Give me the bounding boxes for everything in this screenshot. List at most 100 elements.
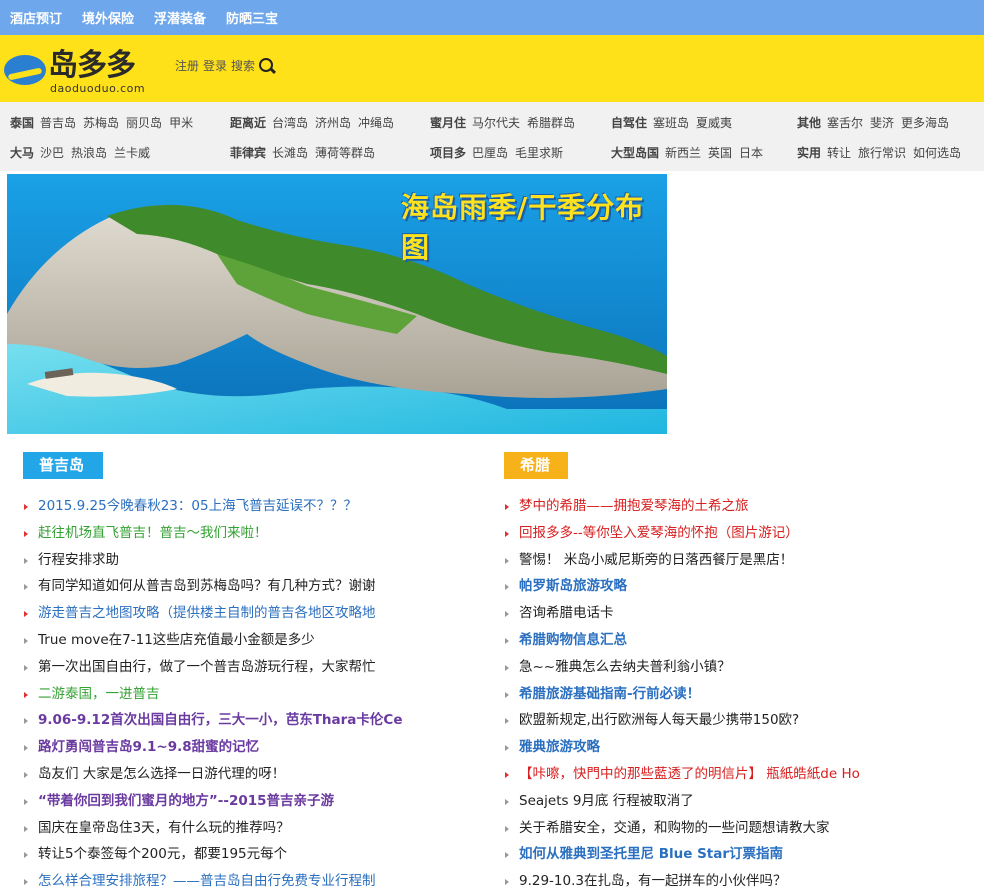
topic-list-item[interactable]: 希腊购物信息汇总 — [505, 627, 975, 654]
category-link[interactable]: 长滩岛 — [272, 146, 308, 160]
greece-section-title[interactable]: 希腊 — [504, 452, 568, 479]
topic-link[interactable]: 国庆在皇帝岛住3天，有什么玩的推荐吗？ — [38, 820, 290, 836]
search-icon[interactable] — [259, 57, 275, 74]
topic-list-item[interactable]: 2015.9.25今晚春秋23：05上海飞普吉延误不？？？ — [24, 493, 404, 520]
topic-list-item[interactable]: 行程安排求助 — [24, 547, 404, 574]
category-link[interactable]: 塞班岛 — [653, 116, 689, 130]
topic-link[interactable]: 帕罗斯岛旅游攻略 — [519, 578, 627, 594]
register-link[interactable]: 注册 — [175, 57, 199, 74]
topic-link[interactable]: 怎么样合理安排旅程？——普吉岛自由行免费专业行程制 — [38, 873, 376, 889]
category-link[interactable]: 甲米 — [169, 116, 193, 130]
topic-link[interactable]: 如何从雅典到圣托里尼 Blue Star订票指南 — [519, 846, 783, 862]
topic-link[interactable]: Seajets 9月底 行程被取消了 — [519, 793, 694, 809]
topic-link[interactable]: 希腊旅游基础指南-行前必读！ — [519, 686, 700, 702]
topic-list-item[interactable]: 警惕！ 米岛小威尼斯旁的日落西餐厅是黑店！ — [505, 547, 975, 574]
category-link[interactable]: 沙巴 — [40, 146, 64, 160]
topic-list-item[interactable]: 梦中的希腊——拥抱爱琴海的土希之旅 — [505, 493, 975, 520]
topic-link[interactable]: 第一次出国自由行，做了一个普吉岛游玩行程，大家帮忙 — [38, 659, 376, 675]
category-link[interactable]: 塞舌尔 — [827, 116, 863, 130]
topic-link[interactable]: 咨询希腊电话卡 — [519, 605, 614, 621]
topic-list-item[interactable]: 雅典旅游攻略 — [505, 734, 975, 761]
topic-link[interactable]: 有同学知道如何从普吉岛到苏梅岛吗？有几种方式？谢谢 — [38, 578, 376, 594]
topic-list-item[interactable]: 急~~雅典怎么去纳夫普利翁小镇？ — [505, 654, 975, 681]
topic-link[interactable]: 二游泰国，一进普吉 — [38, 686, 160, 702]
category-link[interactable]: 毛里求斯 — [515, 146, 563, 160]
topic-link[interactable]: 2015.9.25今晚春秋23：05上海飞普吉延误不？？？ — [38, 498, 357, 514]
category-label[interactable]: 项目多 — [430, 146, 466, 160]
category-link[interactable]: 苏梅岛 — [83, 116, 119, 130]
topic-list-item[interactable]: 如何从雅典到圣托里尼 Blue Star订票指南 — [505, 841, 975, 868]
topic-link[interactable]: 欧盟新规定,出行欧洲每人每天最少携带150欧? — [519, 712, 799, 728]
topic-link[interactable]: “带着你回到我们蜜月的地方”--2015普吉亲子游 — [38, 793, 334, 809]
topic-link[interactable]: 急~~雅典怎么去纳夫普利翁小镇？ — [519, 659, 731, 675]
topic-list-item[interactable]: 咨询希腊电话卡 — [505, 600, 975, 627]
category-label[interactable]: 其他 — [797, 116, 821, 130]
topic-link[interactable]: 警惕！ 米岛小威尼斯旁的日落西餐厅是黑店！ — [519, 552, 793, 568]
topic-link[interactable]: True move在7-11这些店充值最小金额是多少 — [38, 632, 315, 648]
banner-image[interactable]: 海岛雨季/干季分布图 — [7, 174, 667, 434]
login-link[interactable]: 登录 — [203, 57, 227, 74]
topic-list-item[interactable]: 欧盟新规定,出行欧洲每人每天最少携带150欧? — [505, 707, 975, 734]
topic-link[interactable]: 9.29-10.3在扎岛，有一起拼车的小伙伴吗？ — [519, 873, 787, 889]
topic-link[interactable]: 希腊购物信息汇总 — [519, 632, 627, 648]
category-link[interactable]: 冲绳岛 — [358, 116, 394, 130]
topic-list-item[interactable]: 关于希腊安全，交通，和购物的一些问题想请教大家 — [505, 815, 975, 842]
topic-list-item[interactable]: 国庆在皇帝岛住3天，有什么玩的推荐吗？ — [24, 815, 404, 842]
topic-list-item[interactable]: 回报多多--等你坠入爱琴海的怀抱（图片游记） — [505, 520, 975, 547]
topic-list-item[interactable]: True move在7-11这些店充值最小金额是多少 — [24, 627, 404, 654]
topic-list-item[interactable]: 【咔嚓，快門中的那些藍透了的明信片】 瓶紙皓紙de Ho — [505, 761, 975, 788]
category-link[interactable]: 旅行常识 — [858, 146, 906, 160]
category-link[interactable]: 日本 — [739, 146, 763, 160]
category-label[interactable]: 自驾住 — [611, 116, 647, 130]
topic-link[interactable]: 关于希腊安全，交通，和购物的一些问题想请教大家 — [519, 820, 830, 836]
topic-list-item[interactable]: 转让5个泰签每个200元，都要195元每个 — [24, 841, 404, 868]
category-link[interactable]: 济州岛 — [315, 116, 351, 130]
topic-link[interactable]: 转让5个泰签每个200元，都要195元每个 — [38, 846, 287, 862]
topic-list-item[interactable]: 二游泰国，一进普吉 — [24, 681, 404, 708]
category-label[interactable]: 泰国 — [10, 116, 34, 130]
search-link[interactable]: 搜索 — [231, 57, 255, 74]
topic-list-item[interactable]: 怎么样合理安排旅程？——普吉岛自由行免费专业行程制 — [24, 868, 404, 895]
nav-hotel-booking[interactable]: 酒店预订 — [10, 8, 62, 27]
topic-list-item[interactable]: 游走普吉之地图攻略（提供楼主自制的普吉各地区攻略地 — [24, 600, 404, 627]
topic-list-item[interactable]: “带着你回到我们蜜月的地方”--2015普吉亲子游 — [24, 788, 404, 815]
topic-list-item[interactable]: 帕罗斯岛旅游攻略 — [505, 573, 975, 600]
topic-list-item[interactable]: 希腊旅游基础指南-行前必读！ — [505, 681, 975, 708]
category-link[interactable]: 新西兰 — [665, 146, 701, 160]
category-link[interactable]: 台湾岛 — [272, 116, 308, 130]
nav-snorkel-gear[interactable]: 浮潜装备 — [154, 8, 206, 27]
nav-sun-protection[interactable]: 防晒三宝 — [226, 8, 278, 27]
topic-link[interactable]: 赶往机场直飞普吉！普吉～我们来啦！ — [38, 525, 268, 541]
category-link[interactable]: 转让 — [827, 146, 851, 160]
category-label[interactable]: 菲律宾 — [230, 146, 266, 160]
topic-list-item[interactable]: 路灯勇闯普吉岛9.1~9.8甜蜜的记忆 — [24, 734, 404, 761]
phuket-section-title[interactable]: 普吉岛 — [23, 452, 103, 479]
topic-link[interactable]: 回报多多--等你坠入爱琴海的怀抱（图片游记） — [519, 525, 799, 541]
category-label[interactable]: 蜜月住 — [430, 116, 466, 130]
topic-list-item[interactable]: 第一次出国自由行，做了一个普吉岛游玩行程，大家帮忙 — [24, 654, 404, 681]
category-link[interactable]: 巴厘岛 — [472, 146, 508, 160]
topic-link[interactable]: 游走普吉之地图攻略（提供楼主自制的普吉各地区攻略地 — [38, 605, 376, 621]
category-link[interactable]: 更多海岛 — [901, 116, 949, 130]
nav-overseas-insurance[interactable]: 境外保险 — [82, 8, 134, 27]
topic-link[interactable]: 岛友们 大家是怎么选择一日游代理的呀！ — [38, 766, 285, 782]
category-link[interactable]: 英国 — [708, 146, 732, 160]
topic-list-item[interactable]: 9.06-9.12首次出国自由行，三大一小，芭东Thara卡伦Ce — [24, 707, 404, 734]
topic-link[interactable]: 梦中的希腊——拥抱爱琴海的土希之旅 — [519, 498, 749, 514]
topic-link[interactable]: 雅典旅游攻略 — [519, 739, 600, 755]
topic-link[interactable]: 路灯勇闯普吉岛9.1~9.8甜蜜的记忆 — [38, 739, 259, 755]
category-label[interactable]: 实用 — [797, 146, 821, 160]
topic-list-item[interactable]: Seajets 9月底 行程被取消了 — [505, 788, 975, 815]
category-link[interactable]: 斐济 — [870, 116, 894, 130]
category-link[interactable]: 普吉岛 — [40, 116, 76, 130]
topic-list-item[interactable]: 赶往机场直飞普吉！普吉～我们来啦！ — [24, 520, 404, 547]
topic-link[interactable]: 9.06-9.12首次出国自由行，三大一小，芭东Thara卡伦Ce — [38, 712, 402, 728]
category-label[interactable]: 大型岛国 — [611, 146, 659, 160]
topic-link[interactable]: 【咔嚓，快門中的那些藍透了的明信片】 瓶紙皓紙de Ho — [519, 766, 860, 782]
category-link[interactable]: 兰卡威 — [114, 146, 150, 160]
category-link[interactable]: 夏威夷 — [696, 116, 732, 130]
category-link[interactable]: 希腊群岛 — [527, 116, 575, 130]
category-link[interactable]: 薄荷等群岛 — [315, 146, 375, 160]
topic-list-item[interactable]: 9.29-10.3在扎岛，有一起拼车的小伙伴吗？ — [505, 868, 975, 895]
category-link[interactable]: 热浪岛 — [71, 146, 107, 160]
